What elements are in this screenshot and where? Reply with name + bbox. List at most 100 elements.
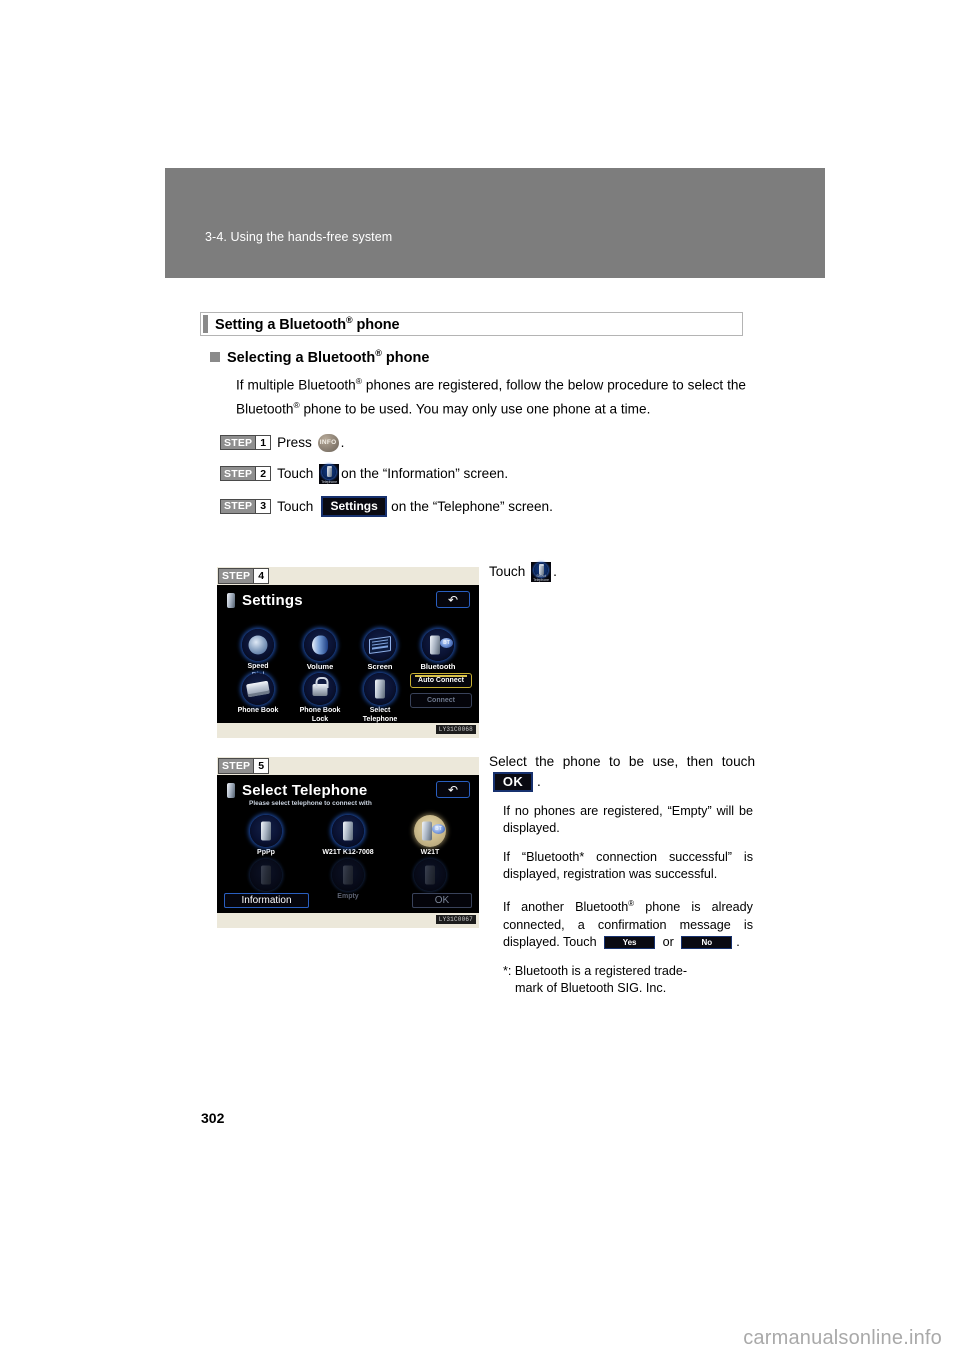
step-4-tail: . (553, 564, 557, 579)
auto-connect-button[interactable]: Auto Connect (410, 673, 472, 688)
phone-slot-label: Empty (337, 893, 359, 900)
select-telephone-screen-title: Select Telephone (242, 782, 368, 799)
step-badge-word: STEP (221, 499, 256, 513)
icon-circle (332, 815, 364, 847)
back-arrow-icon[interactable]: ↶ (436, 781, 470, 798)
settings-icon-screen[interactable]: Screen (351, 629, 409, 672)
handset-glyph (343, 865, 353, 885)
information-button[interactable]: Information (224, 893, 309, 908)
select-telephone-touch-icon[interactable]: Select Telephone (531, 562, 552, 583)
connect-button[interactable]: Connect (410, 693, 472, 708)
settings-screen-title-row: Settings (227, 592, 303, 609)
select-telephone-screen-screenshot: Select Telephone Please select telephone… (217, 775, 479, 913)
step-row-1: STEP 1 Press INFO . (220, 433, 760, 452)
section-title-prefix: Setting a Bluetooth (215, 316, 347, 333)
lock-icon (312, 676, 329, 696)
icon-circle (414, 859, 446, 891)
step-row-3: STEP 3 Touch Settings on the “Telephone”… (220, 495, 760, 517)
step-badge-word: STEP (219, 759, 254, 773)
handset-glyph (327, 466, 333, 477)
phone-slot-1[interactable]: PpPp (237, 815, 295, 858)
footnote-line-2: mark of Bluetooth SIG. Inc. (515, 981, 667, 996)
step-4-verb: Touch (489, 564, 526, 579)
select-telephone-title-row: Select Telephone (227, 782, 367, 799)
no-button[interactable]: No (681, 936, 733, 950)
settings-icon-volume[interactable]: Volume (291, 629, 349, 672)
speed-dial-icon (248, 635, 268, 655)
figure-step-5-header: STEP 5 (217, 757, 479, 775)
subsection-heading-text: Selecting a Bluetooth® phone (227, 348, 429, 366)
info-button-icon[interactable]: INFO (317, 433, 339, 452)
handset-glyph (261, 865, 271, 885)
step-badge-number: 4 (253, 569, 269, 583)
phone-glyph-icon (227, 783, 235, 798)
handset-glyph (375, 679, 385, 699)
right-column-step4: Touch Select Telephone . (489, 562, 755, 593)
telephone-icon-label: Telephone (321, 479, 337, 484)
phone-slot-label: W21T (420, 849, 440, 856)
note-connection-successful: If “Bluetooth* connection successful” is… (503, 849, 753, 882)
phone-slot-5[interactable]: Empty (319, 859, 377, 902)
telephone-touch-icon[interactable]: Telephone (319, 463, 340, 484)
step-5-lead-text: Select the phone to be use, then touch (489, 754, 755, 769)
step-badge-1: STEP 1 (220, 435, 272, 451)
section-title-text: Setting a Bluetooth® phone (215, 315, 400, 333)
step-3-verb: Touch (277, 498, 314, 514)
note3-tail: . (736, 935, 740, 950)
settings-icon-bluetooth[interactable]: BT Bluetooth (409, 629, 467, 672)
icon-circle (332, 859, 364, 891)
select-telephone-icon-label: Select Telephone (533, 574, 549, 583)
intro-paragraph-part3: phone to be used. You may only use one p… (299, 401, 651, 417)
section-title-suffix: phone (352, 316, 400, 333)
footnote-line-1: *: Bluetooth is a registered trade- (503, 963, 688, 978)
phone-book-icon (246, 680, 270, 698)
settings-icon-label: Bluetooth (420, 662, 456, 671)
step-badge-number: 2 (255, 467, 271, 481)
settings-screen-screenshot: Settings ↶ SpeedDial Volume Screen BT Bl… (217, 585, 479, 723)
phone-slot-3[interactable]: BT W21T (401, 815, 459, 858)
phone-slot-2[interactable]: W21T K12-7008 (319, 815, 377, 858)
figure-step-4-footer: LY31C0068 (217, 723, 479, 738)
step-1-tail: . (340, 435, 345, 451)
phone-slot-label: W21T K12-7008 (322, 849, 374, 856)
handset-glyph (425, 865, 435, 885)
settings-icon-label: Volume (306, 662, 334, 671)
icon-circle (242, 673, 274, 705)
note-already-connected: If another Bluetooth® phone is already c… (503, 895, 753, 952)
step-2-tail: on the “Information” screen. (341, 466, 509, 482)
icon-circle-selected: BT (414, 815, 446, 847)
settings-icon-select-telephone[interactable]: Select Telephone (351, 673, 409, 723)
step-1-verb: Press (277, 435, 312, 451)
back-arrow-icon[interactable]: ↶ (436, 591, 470, 608)
step-4-instruction: Touch Select Telephone . (489, 562, 755, 583)
phone-slot-label: PpPp (257, 849, 275, 856)
bluetooth-badge-icon: BT (440, 638, 453, 648)
yes-button[interactable]: Yes (604, 936, 656, 950)
figure-step-5: STEP 5 Select Telephone Please select te… (217, 757, 479, 928)
subsection-title-suffix: phone (381, 349, 430, 366)
volume-icon (312, 635, 328, 655)
bluetooth-badge-icon: BT (432, 824, 445, 834)
step-row-2: STEP 2 Touch Telephone on the “Informati… (220, 463, 760, 484)
icon-circle (364, 629, 396, 661)
ok-button-screen[interactable]: OK (412, 893, 472, 908)
intro-paragraph: If multiple Bluetooth® phones are regist… (236, 371, 746, 420)
handset-glyph (422, 821, 433, 841)
step-3-tail: on the “Telephone” screen. (391, 498, 553, 514)
icon-circle (364, 673, 396, 705)
settings-icon-phone-book[interactable]: Phone Book (229, 673, 287, 716)
site-watermark: carmanualsonline.info (743, 1327, 942, 1349)
settings-icon-phone-book-lock[interactable]: Phone Book Lock (291, 673, 349, 723)
step-badge-number: 5 (253, 759, 269, 773)
icon-circle (304, 673, 336, 705)
step-badge-5: STEP 5 (218, 758, 270, 774)
step-2-verb: Touch (277, 466, 314, 482)
settings-button[interactable]: Settings (321, 495, 388, 517)
settings-icon-label: Select Telephone (362, 707, 398, 723)
icon-circle (242, 629, 274, 661)
step-badge-number: 3 (255, 499, 271, 513)
icon-circle (250, 815, 282, 847)
step-badge-4: STEP 4 (218, 568, 270, 584)
settings-icon-label: Phone Book Lock (299, 707, 341, 723)
ok-button[interactable]: OK (493, 771, 533, 792)
